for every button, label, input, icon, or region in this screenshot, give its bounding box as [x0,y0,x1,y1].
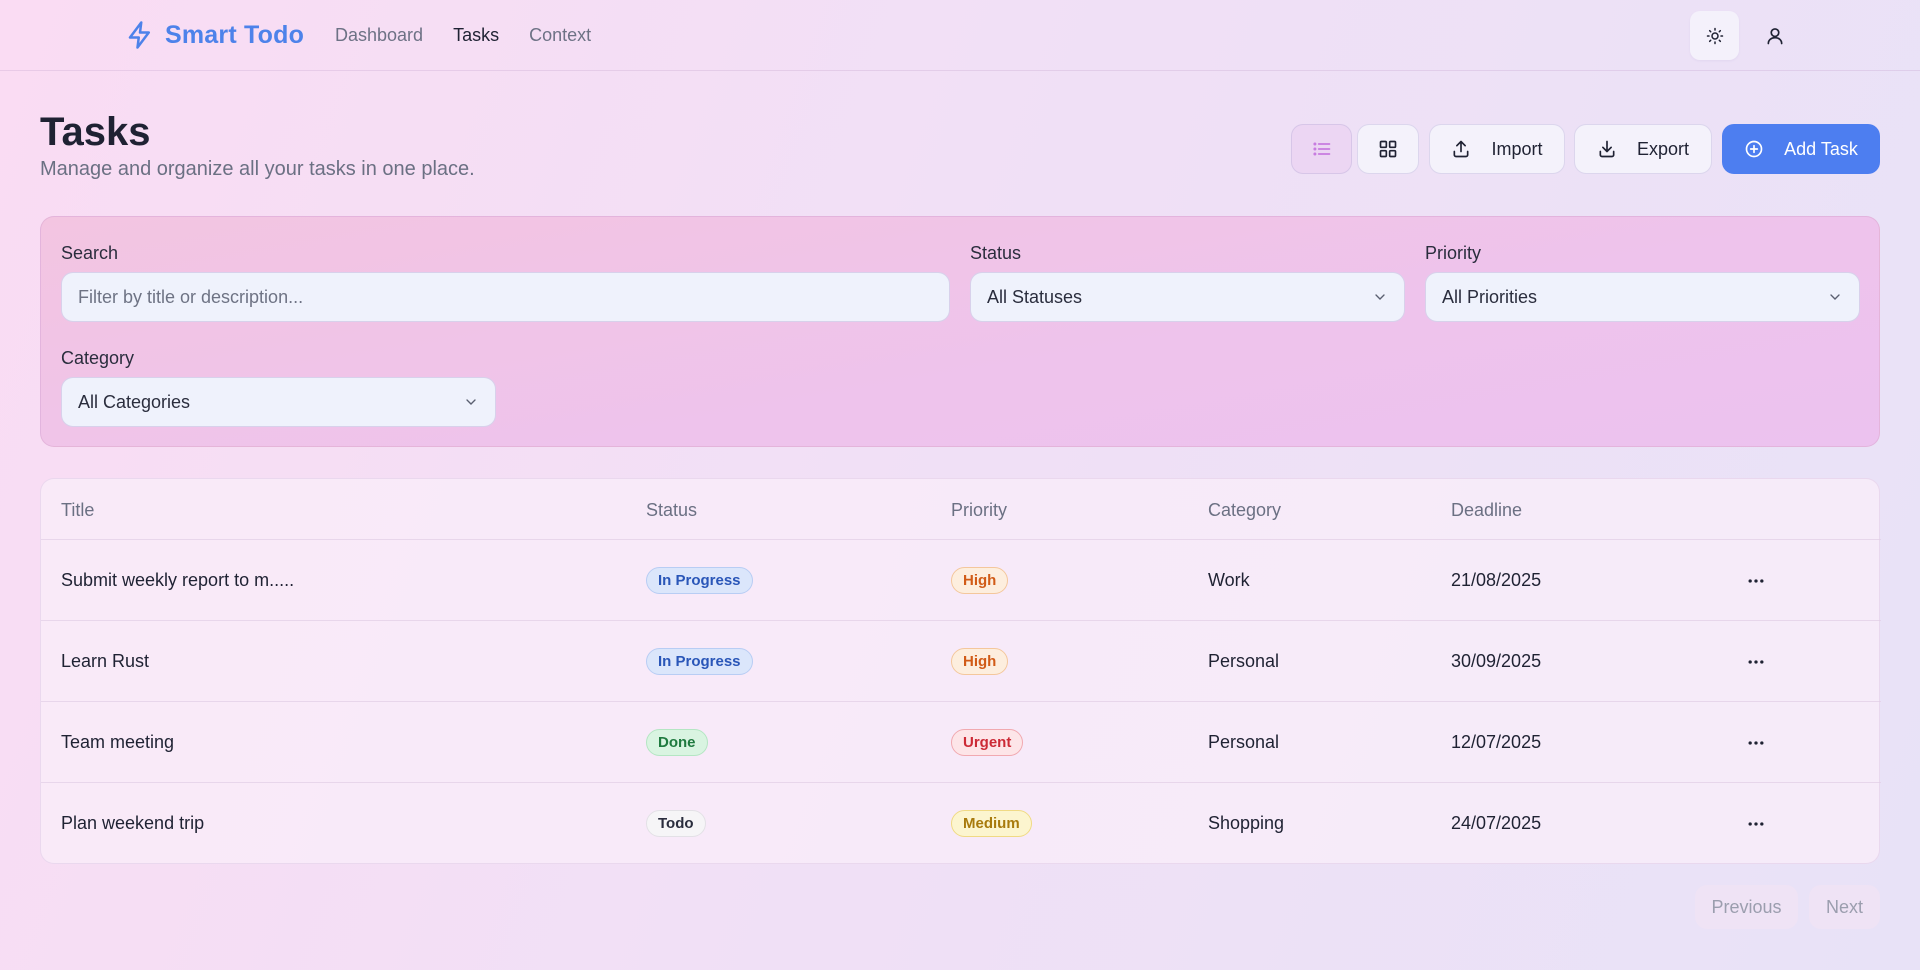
more-horizontal-icon [1746,814,1766,834]
row-actions-button[interactable] [1746,783,1766,864]
task-deadline: 21/08/2025 [1451,570,1542,590]
user-menu-button[interactable] [1750,11,1799,60]
export-label: Export [1636,138,1690,159]
column-header-priority[interactable]: Priority [951,500,1007,521]
chevron-down-icon [1827,289,1843,305]
column-header-deadline[interactable]: Deadline [1451,500,1522,521]
priority-select[interactable]: All Priorities [1425,272,1860,322]
row-actions-button[interactable] [1746,702,1766,783]
category-select[interactable]: All Categories [61,377,496,427]
import-button[interactable]: Import [1429,124,1565,174]
priority-badge: High [951,567,1009,594]
main-nav: Dashboard Tasks Context [335,25,591,46]
tasks-table: Title Status Priority Category Deadline … [40,478,1881,864]
top-bar: Smart Todo Dashboard Tasks Context [0,0,1920,71]
task-category: Personal [1208,732,1280,752]
task-title[interactable]: Team meeting [61,702,174,783]
page-title: Tasks [40,110,151,154]
nav-item-dashboard[interactable]: Dashboard [335,25,423,46]
priority-badge: Urgent [951,729,1024,756]
filter-panel: Search Status All Statuses Priority All … [40,216,1880,447]
task-title[interactable]: Plan weekend trip [61,783,204,864]
task-title[interactable]: Submit weekly report to m..... [61,540,294,621]
column-header-category[interactable]: Category [1208,500,1281,521]
previous-page-button[interactable]: Previous [1695,885,1798,929]
status-select-value: All Statuses [987,286,1083,307]
priority-select-value: All Priorities [1442,286,1538,307]
search-input[interactable] [61,272,950,322]
page-subtitle: Manage and organize all your tasks in on… [40,158,475,180]
plus-circle-icon [1744,139,1764,159]
task-deadline: 24/07/2025 [1451,813,1542,833]
list-icon [1312,139,1332,159]
category-select-value: All Categories [78,391,191,412]
table-row[interactable]: Learn Rust In Progress High Personal 30/… [41,620,1881,701]
row-actions-button[interactable] [1746,621,1766,702]
nav-item-tasks[interactable]: Tasks [453,25,499,46]
priority-label: Priority [1425,243,1482,263]
more-horizontal-icon [1746,571,1766,591]
nav-item-context[interactable]: Context [529,25,591,46]
task-category: Work [1208,570,1250,590]
theme-toggle-button[interactable] [1690,11,1739,60]
export-button[interactable]: Export [1574,124,1712,174]
task-category: Personal [1208,651,1280,671]
add-task-button[interactable]: Add Task [1722,124,1880,174]
table-row[interactable]: Team meeting Done Urgent Personal 12/07/… [41,701,1881,782]
task-title[interactable]: Learn Rust [61,621,149,702]
brand[interactable]: Smart Todo [125,20,304,50]
row-actions-button[interactable] [1746,540,1766,621]
priority-badge: High [951,648,1009,675]
category-label: Category [61,348,135,368]
lightning-icon [125,20,155,50]
status-badge: In Progress [646,648,753,675]
sun-icon [1706,27,1724,45]
status-select[interactable]: All Statuses [970,272,1405,322]
table-row[interactable]: Plan weekend trip Todo Medium Shopping 2… [41,782,1881,863]
more-horizontal-icon [1746,652,1766,672]
grid-view-button[interactable] [1357,124,1419,174]
task-category: Shopping [1208,813,1285,833]
status-badge: Todo [646,810,706,837]
status-label: Status [970,243,1022,263]
download-icon [1597,139,1617,159]
column-header-status[interactable]: Status [646,500,697,521]
search-label: Search [61,243,119,263]
chevron-down-icon [1372,289,1388,305]
status-badge: Done [646,729,708,756]
status-badge: In Progress [646,567,753,594]
upload-icon [1451,139,1471,159]
list-view-button[interactable] [1291,124,1352,174]
column-header-title[interactable]: Title [61,500,94,521]
app-name: Smart Todo [165,20,305,49]
import-label: Import [1491,138,1543,159]
task-deadline: 12/07/2025 [1451,732,1542,752]
priority-badge: Medium [951,810,1032,837]
user-icon [1765,26,1785,46]
grid-icon [1378,139,1398,159]
next-page-button[interactable]: Next [1809,885,1880,929]
chevron-down-icon [463,394,479,410]
table-row[interactable]: Submit weekly report to m..... In Progre… [41,539,1881,620]
add-task-label: Add Task [1784,138,1858,159]
more-horizontal-icon [1746,733,1766,753]
task-deadline: 30/09/2025 [1451,651,1542,671]
